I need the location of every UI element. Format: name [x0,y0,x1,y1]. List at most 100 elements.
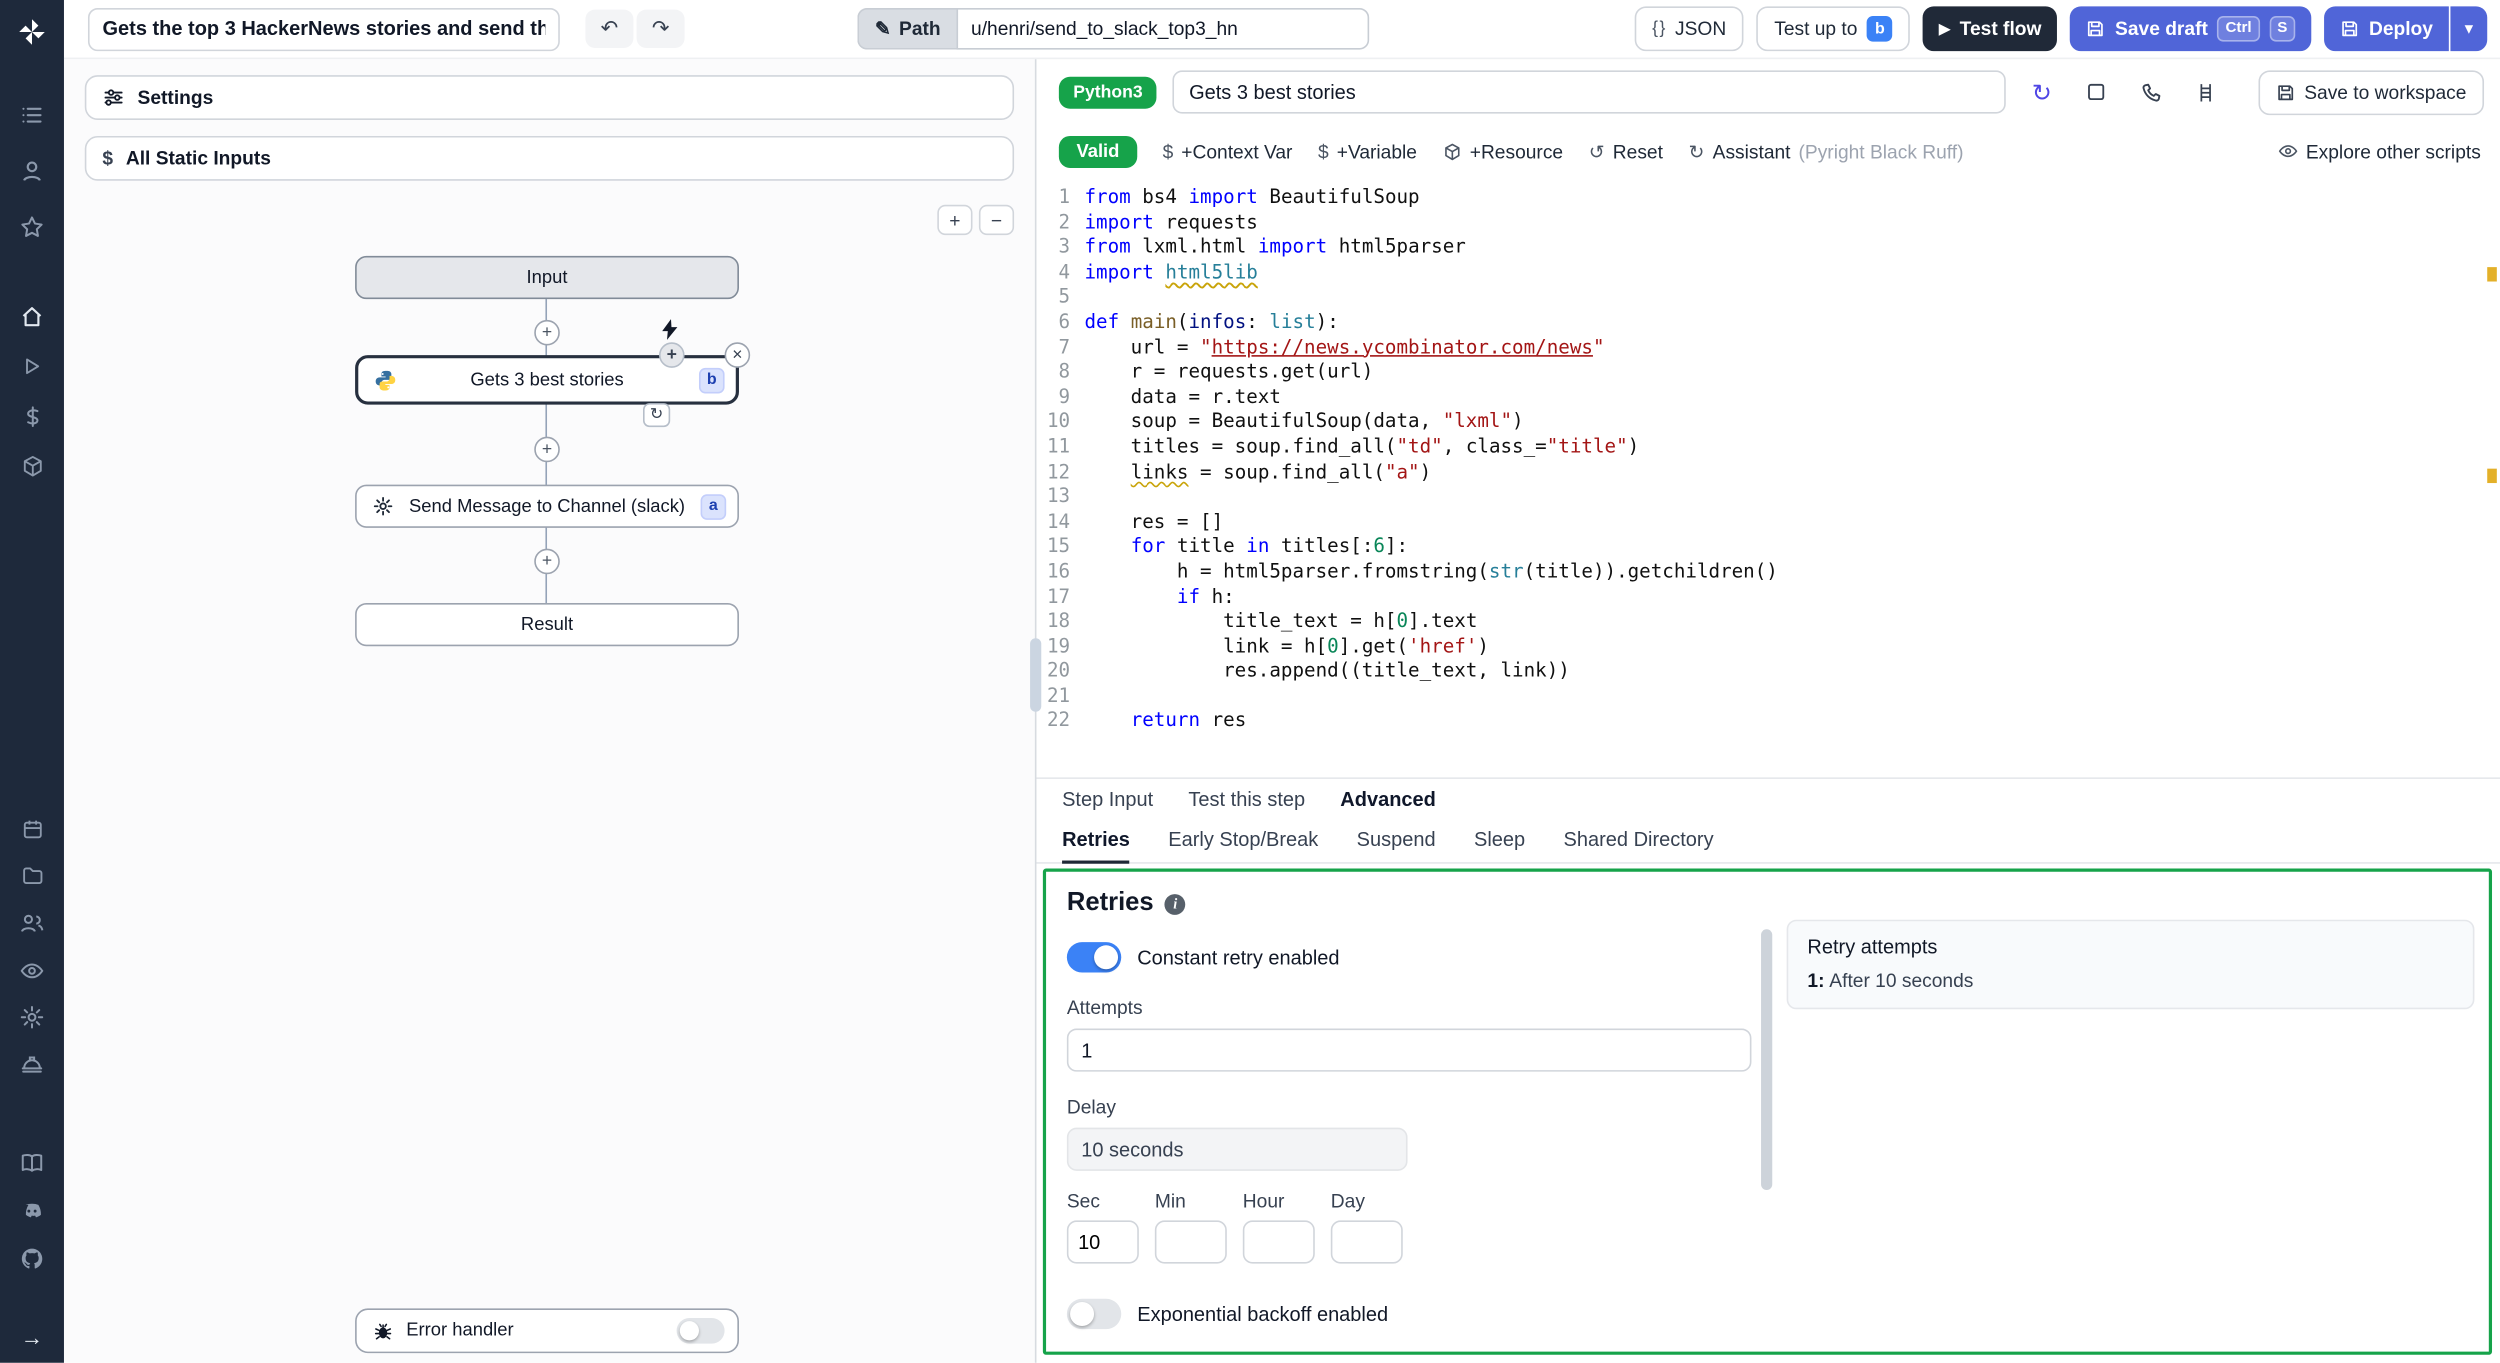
sec-input[interactable] [1066,1220,1139,1264]
flow-node-step-a[interactable]: Send Message to Channel (slack) a [355,484,739,528]
script-panel: Python3 ↻ Save to workspace Valid $ +Cont… [1036,59,2500,1363]
sidebar-folders-icon[interactable] [0,853,64,898]
add-variable-button[interactable]: $ +Variable [1318,140,1417,162]
move-step-icon[interactable]: + [658,342,685,368]
code-line: titles = soup.find_all("td", class_="tit… [1084,434,1640,458]
save-to-workspace-button[interactable]: Save to workspace [2257,69,2484,115]
min-label: Min [1154,1190,1186,1213]
window-icon[interactable] [2077,71,2116,113]
min-input[interactable] [1154,1220,1227,1264]
redo-button[interactable]: ↷ [636,9,685,48]
test-up-to-button[interactable]: Test up to b [1756,6,1911,52]
sidebar-settings-gear-icon[interactable] [0,995,64,1040]
info-icon[interactable]: i [1164,893,1186,915]
line-number: 9 [1058,385,1071,408]
sidebar-user-icon[interactable] [0,149,64,194]
save-draft-button[interactable]: Save draft Ctrl S [2070,6,2312,52]
settings-button[interactable]: Settings [84,75,1015,120]
railway-icon[interactable] [2187,71,2226,113]
phone-icon[interactable] [2132,71,2171,113]
add-step-button-3[interactable]: + [534,548,560,575]
constant-retry-toggle[interactable] [1066,942,1122,973]
zoom-out-button[interactable]: − [978,204,1015,236]
line-number: 3 [1058,235,1071,258]
attempts-input[interactable] [1066,1028,1752,1072]
step-tabs: Step Input Test this step Advanced [1036,777,2500,819]
sidebar-workers-helmet-icon[interactable] [0,1043,64,1088]
retry-indicator-icon[interactable]: ↻ [642,403,671,428]
panel-resize-handle[interactable] [1030,638,1042,712]
json-button[interactable]: { } JSON [1634,6,1744,52]
add-context-var-button[interactable]: $ +Context Var [1163,140,1293,162]
remove-step-icon[interactable]: × [724,342,751,368]
sidebar-schedules-calendar-icon[interactable] [0,806,64,851]
sidebar-groups-users-icon[interactable] [0,901,64,946]
assistant-button[interactable]: ↻ Assistant (Pyright Black Ruff) [1689,140,1964,162]
error-handler-toggle[interactable] [676,1317,725,1344]
sidebar-variables-dollar-icon[interactable] [0,393,64,438]
tab-shared-directory[interactable]: Shared Directory [1564,819,1714,864]
sidebar-star-icon[interactable] [0,205,64,250]
reset-button[interactable]: ↺ Reset [1589,140,1663,162]
explore-other-scripts-button[interactable]: Explore other scripts [2277,140,2481,162]
code-line: res = [] [1084,509,1224,533]
sync-icon[interactable]: ↻ [2022,71,2061,113]
sidebar-list-icon[interactable] [0,93,64,138]
flow-node-result[interactable]: Result [355,603,739,647]
save-icon [2088,21,2104,37]
step-a-label: Send Message to Channel (slack) [408,496,686,516]
path-group: ✎ Path [857,7,1370,50]
undo-button[interactable]: ↶ [585,9,634,48]
error-handler-node[interactable]: Error handler [355,1308,739,1354]
day-input[interactable] [1330,1220,1403,1264]
sidebar-docs-book-icon[interactable] [0,1140,64,1185]
tab-advanced[interactable]: Advanced [1340,788,1436,810]
flow-node-input[interactable]: Input [355,255,739,300]
sidebar-discord-icon[interactable] [0,1188,64,1233]
sidebar-resources-cube-icon[interactable] [0,443,64,488]
dollar-icon: $ [102,147,114,170]
tab-test-this-step[interactable]: Test this step [1188,788,1305,810]
flow-title-input[interactable] [87,7,560,51]
code-editor[interactable]: 1 2 3 4 5 6 7 8 9 10 11 12 13 14 15 16 17 18 19 20 21 22 from… [1036,178,2500,778]
attempts-label: Attempts [1066,996,1143,1019]
hour-input[interactable] [1242,1220,1315,1264]
tab-early-stop-break[interactable]: Early Stop/Break [1168,819,1318,864]
path-button[interactable]: ✎ Path [857,7,957,50]
windmill-logo[interactable] [0,10,64,55]
assistant-tools-label: (Pyright Black Ruff) [1798,139,1964,163]
tab-retries[interactable]: Retries [1062,819,1130,864]
add-resource-button[interactable]: +Resource [1443,140,1563,162]
line-number: 14 [1046,509,1071,533]
sidebar-home-icon[interactable] [0,294,64,339]
zoom-in-button[interactable]: + [937,204,973,236]
sidebar-github-icon[interactable] [0,1236,64,1281]
deploy-more-button[interactable]: ▼ [2450,6,2488,52]
bolt-icon[interactable] [661,318,680,340]
delay-input[interactable] [1066,1127,1408,1171]
retries-scrollbar[interactable] [1761,929,1773,1191]
path-input[interactable] [956,7,1370,50]
add-step-button-1[interactable]: + [534,319,560,346]
all-static-inputs-button[interactable]: $ All Static Inputs [84,135,1015,181]
sidebar-audit-eye-icon[interactable] [0,949,64,994]
line-number: 19 [1046,634,1071,657]
code-line: r = requests.get(url) [1084,360,1374,383]
line-number: 7 [1058,335,1071,358]
code-line: title_text = h[0].text [1084,609,1478,632]
tab-suspend[interactable]: Suspend [1357,819,1436,864]
code-line: return res [1130,709,1247,732]
tab-sleep[interactable]: Sleep [1474,819,1525,864]
tab-step-input[interactable]: Step Input [1062,788,1153,810]
deploy-button[interactable]: Deploy [2324,6,2449,52]
save-to-workspace-label: Save to workspace [2304,80,2467,104]
step-summary-input[interactable] [1173,70,2007,114]
sidebar-expand-arrow-icon[interactable]: → [0,1315,64,1360]
exponential-backoff-toggle[interactable] [1066,1298,1122,1330]
line-number: 2 [1058,210,1071,233]
toggle-knob [1070,1301,1095,1326]
add-step-button-2[interactable]: + [534,436,560,463]
sidebar-runs-play-icon[interactable] [0,344,64,389]
constant-retry-label: Constant retry enabled [1137,946,1340,969]
test-flow-button[interactable]: ▶ Test flow [1923,6,2058,52]
